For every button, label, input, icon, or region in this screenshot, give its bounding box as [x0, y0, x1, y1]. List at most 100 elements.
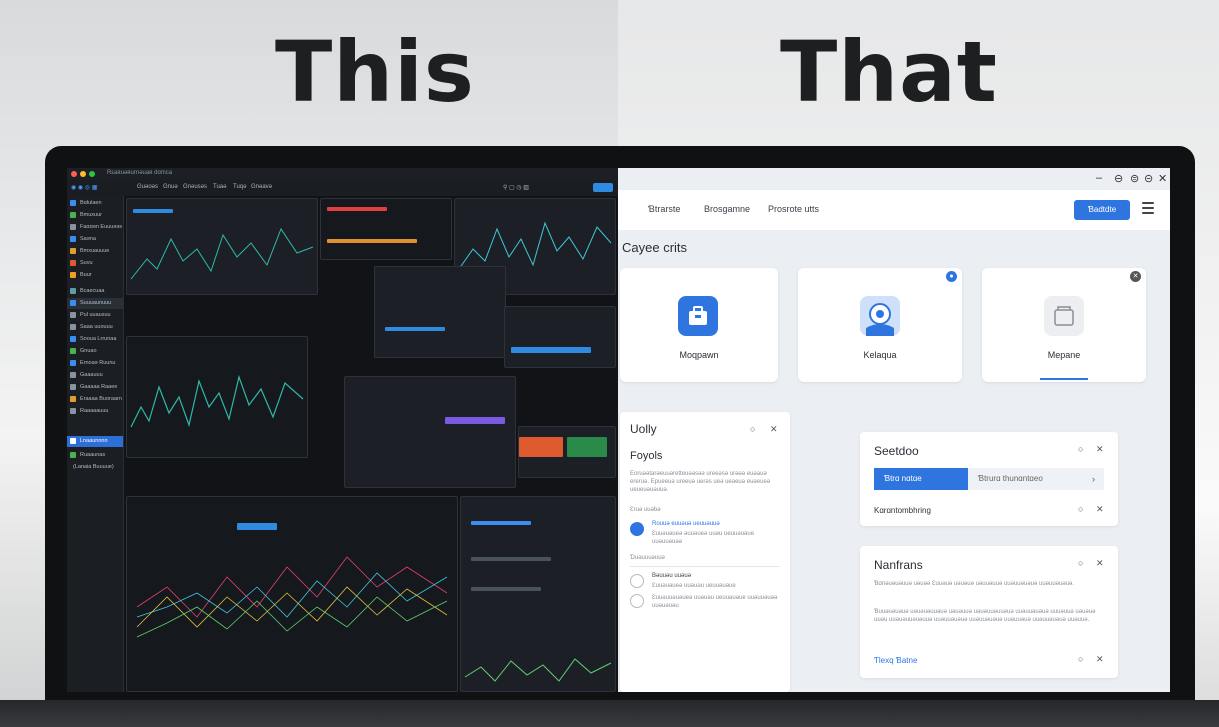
- dark-sidebar-item[interactable]: Bmuxuur: [67, 210, 123, 221]
- refresh-icon[interactable]: ○: [750, 424, 755, 434]
- feature-card-active[interactable]: ✕ Mepane: [982, 268, 1146, 382]
- dark-sidebar-item[interactable]: Faααən Euuuəəs: [67, 222, 123, 233]
- shield-icon: [70, 452, 76, 458]
- db-icon: [70, 360, 76, 366]
- maximize-dot-icon[interactable]: [89, 171, 95, 177]
- nav-item[interactable]: Ɓtrarste: [648, 204, 680, 214]
- home-icon: [70, 438, 76, 444]
- list-icon: [70, 312, 76, 318]
- expand-icon[interactable]: ✕: [1096, 444, 1104, 455]
- dark-panel-chart: [130, 227, 314, 280]
- dark-sidebar-item[interactable]: Suvu: [67, 258, 123, 269]
- dark-bar: [567, 437, 607, 457]
- dark-bar: [327, 239, 417, 243]
- light-dashboard: – ⊖ ⊜ ⊝ ✕ Ɓtrarste Brosgamne Prosrote ut…: [618, 168, 1170, 692]
- dark-sidebar-item[interactable]: Buur: [67, 270, 123, 281]
- close-dot-icon[interactable]: [71, 171, 77, 177]
- dark-sidebar-item[interactable]: Raaaaauuu: [67, 406, 123, 417]
- window-control-icon[interactable]: ⊝: [1144, 172, 1153, 185]
- close-badge-icon[interactable]: ✕: [1130, 271, 1141, 282]
- dark-menu-item[interactable]: Tuqə: [233, 184, 246, 190]
- refresh-icon[interactable]: ○: [1078, 444, 1083, 454]
- layers-icon: [70, 288, 76, 294]
- refresh-icon[interactable]: ○: [1078, 504, 1083, 514]
- dark-panel: [320, 198, 452, 260]
- chart-icon: [70, 236, 76, 242]
- dark-app-icon[interactable]: ◉ ◉ ◎ ▦: [71, 184, 97, 191]
- expand-icon[interactable]: ✕: [1096, 654, 1104, 665]
- minimize-icon[interactable]: –: [1096, 172, 1102, 184]
- dark-search-icon[interactable]: ⚲ ▢ ◷ ▥: [503, 184, 529, 191]
- dark-sidebar-item[interactable]: Pul uuausuu: [67, 310, 123, 321]
- bell-icon: [70, 272, 76, 278]
- cloud-icon: [70, 372, 76, 378]
- dark-menu-item[interactable]: Gnəavə: [251, 184, 272, 190]
- settings-tab[interactable]: Ɓtrurɑ thunɑntɑeo: [968, 468, 1104, 490]
- window-control-icon[interactable]: ⊖: [1114, 172, 1123, 185]
- item-title[interactable]: Rouuə euuəuə ueuuəuuə: [652, 520, 720, 528]
- dark-menu-item[interactable]: Gnəusəs: [183, 184, 207, 190]
- notes-link[interactable]: Ƭlexq Ɓatne: [874, 656, 917, 665]
- dark-bar: [471, 557, 551, 561]
- folder-icon: [1044, 296, 1084, 336]
- feature-card[interactable]: Moqpawn: [620, 268, 778, 382]
- settings-tab-active[interactable]: Ɓtrɑ nɑtɑe: [874, 468, 968, 490]
- dark-panel: [344, 376, 516, 488]
- refresh-icon[interactable]: ○: [1078, 654, 1083, 664]
- dark-sidebar-item[interactable]: Ruaaunas: [67, 450, 123, 461]
- dark-menu-item[interactable]: Gnuə: [163, 184, 178, 190]
- dark-sidebar-item[interactable]: Gnuao: [67, 346, 123, 357]
- dark-sidebar-item[interactable]: Bcaecuaa: [67, 286, 123, 297]
- dark-sidebar-item[interactable]: Eraaaa Buoraarn: [67, 394, 123, 405]
- dark-menubar: ◉ ◉ ◎ ▦ Guəoəs Gnuə Gnəusəs Tuaə Tuqə Gn…: [67, 180, 618, 197]
- dark-dashboard: Rεaʀuəʀurnəuaʀ dɑmca ◉ ◉ ◎ ▦ Guəoəs Gnuə…: [67, 168, 618, 692]
- expand-icon[interactable]: ✕: [1096, 558, 1104, 569]
- item-title[interactable]: Bəuuəu uuəuə: [652, 572, 691, 580]
- item-body: Ɛuuəuəueə əuuəueə uuəu ueuuəuəue uuəuuəu…: [652, 531, 755, 545]
- nav-item[interactable]: Prosrote utts: [768, 204, 819, 214]
- dark-bar: [133, 209, 173, 213]
- dark-mini-chart: [464, 658, 612, 682]
- cube-icon: [70, 348, 76, 354]
- dark-sidebar-item[interactable]: Suuuaunuuu: [67, 298, 123, 309]
- collapse-icon[interactable]: ✕: [770, 424, 778, 435]
- briefcase-glyph: [689, 306, 707, 325]
- dark-sidebar-item-active[interactable]: Lnaaunnnn: [67, 436, 123, 447]
- clock-icon: [70, 408, 76, 414]
- nav-item[interactable]: Brosgamne: [704, 204, 750, 214]
- dark-sidebar-item[interactable]: Sooua Lrrunaa: [67, 334, 123, 345]
- dark-sidebar-item[interactable]: Gaaaaa Raaee: [67, 382, 123, 393]
- dark-toolbar-button[interactable]: [593, 183, 613, 192]
- tag-icon: [70, 384, 76, 390]
- expand-icon[interactable]: ✕: [1096, 504, 1104, 515]
- dark-bar: [327, 207, 387, 211]
- primary-button[interactable]: Ɓadtdte: [1074, 200, 1130, 220]
- user-icon: [70, 324, 76, 330]
- dark-menu-item[interactable]: Tuaə: [213, 184, 226, 190]
- settings-icon: [70, 300, 76, 306]
- dark-sidebar-item[interactable]: (Lanaia Buuuue): [67, 462, 123, 473]
- notes-paragraph: Ɓuuəuəuəuə uəuəuəuuəuə uəuəuuə uəuəuuəuu…: [874, 609, 1096, 623]
- minimize-dot-icon[interactable]: [80, 171, 86, 177]
- dark-bar: [385, 327, 445, 331]
- dark-window-title: Rεaʀuəʀurnəuaʀ dɑmca: [107, 170, 173, 176]
- dark-bar: [471, 521, 531, 525]
- close-icon[interactable]: ✕: [1158, 172, 1167, 185]
- refresh-icon[interactable]: ○: [1078, 558, 1083, 568]
- user-icon: [630, 574, 644, 588]
- dark-sidebar-item[interactable]: Saəna: [67, 234, 123, 245]
- menu-icon[interactable]: [1142, 202, 1154, 216]
- chevron-right-icon[interactable]: ›: [1092, 474, 1095, 484]
- dark-sidebar-item[interactable]: Gaaauuu: [67, 370, 123, 381]
- settings-row[interactable]: Kɑrɑntombhring: [874, 506, 931, 515]
- feature-card[interactable]: ● Kelaqua: [798, 268, 962, 382]
- window-control-icon[interactable]: ⊜: [1130, 172, 1139, 185]
- dark-menu-item[interactable]: Guəoəs: [137, 184, 158, 190]
- dark-sidebar-item[interactable]: Ernoaə Ruunu: [67, 358, 123, 369]
- section-title: Cayee crits: [622, 240, 688, 255]
- dark-sidebar-item[interactable]: Bαlulaen: [67, 198, 123, 209]
- dark-sidebar-item[interactable]: Saaa uuouuu: [67, 322, 123, 333]
- dark-sidebar-item[interactable]: Bmxuauuue: [67, 246, 123, 257]
- active-indicator: [1040, 378, 1088, 380]
- dark-panel: [126, 336, 308, 458]
